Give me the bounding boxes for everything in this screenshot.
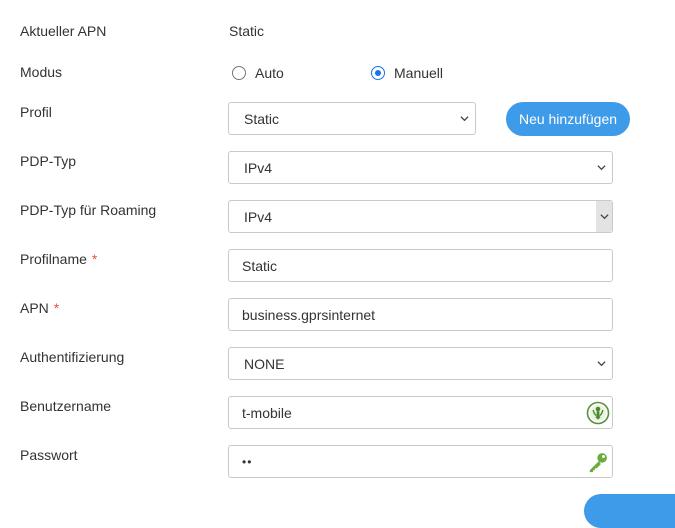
chevron-down-icon xyxy=(597,165,606,171)
authentication-select[interactable]: NONE xyxy=(228,347,613,380)
pdp-type-select-value: IPv4 xyxy=(244,159,273,176)
chevron-down-icon xyxy=(599,214,609,220)
current-apn-value: Static xyxy=(229,23,265,39)
password-manager-icon[interactable] xyxy=(586,401,610,425)
apn-label: APN * xyxy=(20,300,59,316)
apn-input[interactable]: business.gprsinternet xyxy=(228,298,613,331)
pdp-type-label: PDP-Typ xyxy=(20,153,77,169)
radio-circle-manual[interactable] xyxy=(371,66,385,80)
username-label: Benutzername xyxy=(20,398,112,414)
profile-select[interactable]: Static xyxy=(228,102,476,135)
pdp-type-roaming-label: PDP-Typ für Roaming xyxy=(20,202,157,218)
radio-circle-auto[interactable] xyxy=(232,66,246,80)
pdp-type-roaming-select[interactable]: IPv4 xyxy=(228,200,613,233)
profile-name-label: Profilname * xyxy=(20,251,97,267)
add-profile-button[interactable]: Neu hinzufügen xyxy=(506,102,630,136)
apn-input-value: business.gprsinternet xyxy=(242,306,376,323)
current-apn-label: Aktueller APN xyxy=(20,23,107,39)
profile-label: Profil xyxy=(20,104,52,120)
mode-option-manual-label: Manuell xyxy=(394,65,444,81)
mode-label: Modus xyxy=(20,64,63,80)
authentication-label: Authentifizierung xyxy=(20,349,125,365)
username-input[interactable]: t-mobile xyxy=(228,396,613,429)
profile-name-input-value: Static xyxy=(242,257,278,274)
submit-button-partial[interactable] xyxy=(584,494,675,528)
apn-label-text: APN xyxy=(20,300,49,316)
chevron-down-icon xyxy=(460,116,469,122)
pdp-type-select[interactable]: IPv4 xyxy=(228,151,613,184)
required-asterisk: * xyxy=(53,300,60,316)
profile-name-label-text: Profilname xyxy=(20,251,87,267)
password-label: Passwort xyxy=(20,447,78,463)
pdp-type-roaming-select-value: IPv4 xyxy=(244,208,273,225)
profile-name-input[interactable]: Static xyxy=(228,249,613,282)
username-input-value: t-mobile xyxy=(242,404,292,421)
key-icon[interactable] xyxy=(587,451,609,473)
mode-option-auto-label: Auto xyxy=(255,65,284,81)
select-arrow-box[interactable] xyxy=(596,201,612,232)
password-input[interactable]: •• xyxy=(228,445,613,478)
profile-select-value: Static xyxy=(244,110,280,127)
authentication-select-value: NONE xyxy=(244,355,285,372)
mode-radio-auto[interactable]: Auto xyxy=(232,65,284,81)
mode-radio-manual[interactable]: Manuell xyxy=(371,65,443,81)
password-input-value: •• xyxy=(242,454,253,469)
chevron-down-icon xyxy=(597,361,606,367)
required-asterisk: * xyxy=(91,251,98,267)
